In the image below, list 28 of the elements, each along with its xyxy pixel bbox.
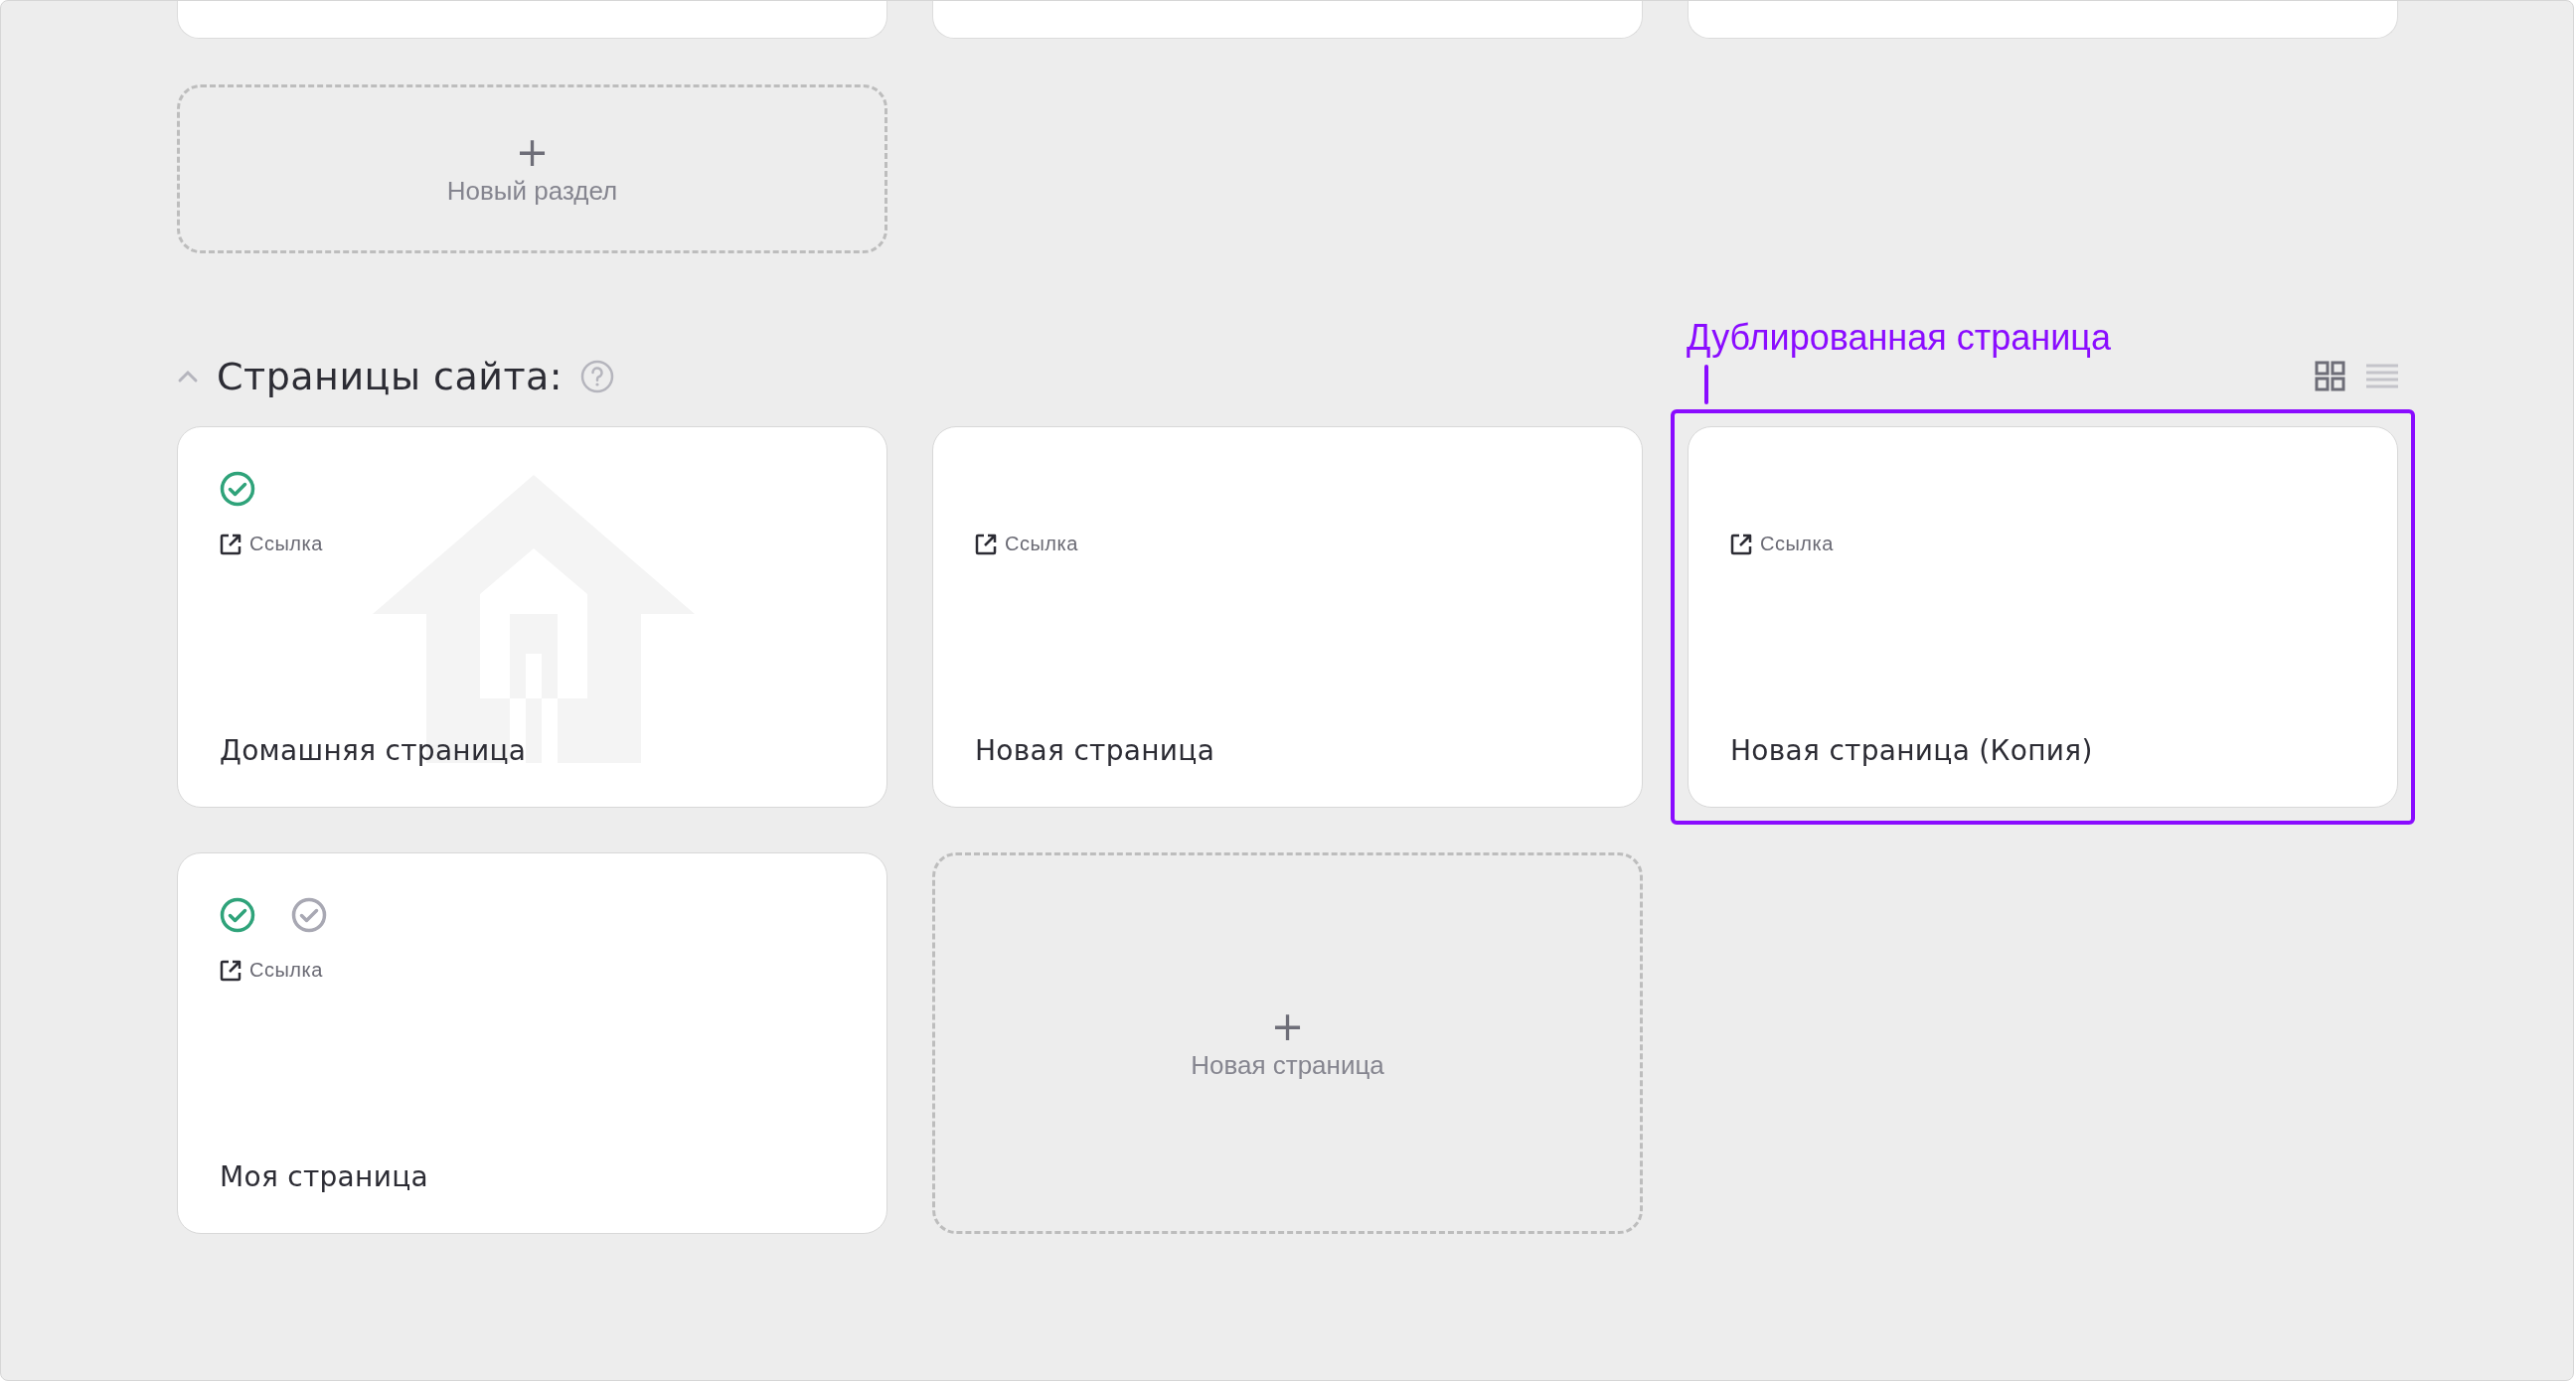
page-card[interactable]: Ссылка Домашняя страница — [177, 426, 887, 808]
external-link-icon — [1730, 533, 1752, 555]
page-card[interactable] — [1688, 1, 2398, 39]
page-link[interactable]: Ссылка — [249, 533, 323, 555]
new-page-button[interactable]: + Новая страница — [932, 852, 1643, 1234]
page-card[interactable]: Ссылка Новая страница (Копия) — [1688, 426, 2398, 808]
page-card[interactable] — [177, 1, 887, 39]
page-title: Домашняя страница — [220, 734, 528, 767]
page-link[interactable]: Ссылка — [1760, 533, 1834, 555]
page-link[interactable]: Ссылка — [1005, 533, 1078, 555]
page-link[interactable]: Ссылка — [249, 959, 323, 982]
grid-view-button[interactable] — [2315, 361, 2346, 392]
chevron-icon[interactable] — [177, 370, 199, 384]
external-link-icon — [975, 533, 997, 555]
page-title: Моя страница — [220, 1160, 429, 1193]
external-link-icon — [220, 533, 242, 555]
page-title: Новая страница — [975, 734, 1216, 767]
new-section-button[interactable]: + Новый раздел — [177, 84, 887, 253]
annotation-label: Дублированная страница — [1687, 317, 2111, 359]
section-title: Страницы сайта: — [217, 355, 564, 398]
help-icon[interactable] — [580, 360, 615, 393]
external-link-icon — [220, 959, 242, 982]
page-title: Новая страница (Копия) — [1730, 734, 2094, 767]
page-card[interactable]: Ссылка Моя страница — [177, 852, 887, 1234]
leader-line — [1704, 365, 1708, 404]
list-view-button[interactable] — [2366, 363, 2398, 390]
page-card[interactable]: Ссылка Новая страница — [932, 426, 1643, 808]
page-card[interactable] — [932, 1, 1643, 39]
